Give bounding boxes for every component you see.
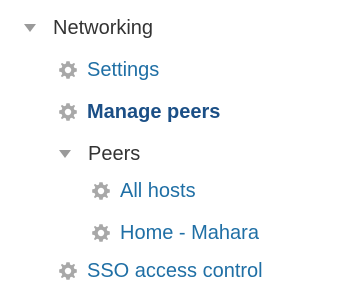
gear-icon [91, 223, 111, 243]
gear-icon [58, 261, 78, 281]
gear-icon [91, 181, 111, 201]
triangle-down-icon[interactable] [59, 150, 71, 158]
tree-node-peers[interactable]: Peers [59, 142, 140, 166]
tree-node-manage-peers[interactable]: Manage peers [58, 100, 220, 124]
gear-icon [58, 60, 78, 80]
gear-icon [58, 102, 78, 122]
all-hosts-link[interactable]: All hosts [120, 179, 196, 203]
tree-node-networking[interactable]: Networking [24, 16, 153, 40]
tree-node-home-mahara[interactable]: Home - Mahara [91, 221, 259, 245]
tree-node-all-hosts[interactable]: All hosts [91, 179, 196, 203]
settings-link[interactable]: Settings [87, 58, 159, 82]
peers-label: Peers [88, 143, 141, 165]
tree-node-sso-access-control[interactable]: SSO access control [58, 259, 263, 283]
manage-peers-link[interactable]: Manage peers [87, 100, 220, 124]
networking-label: Networking [53, 17, 154, 39]
sso-access-control-link[interactable]: SSO access control [87, 259, 263, 283]
tree-node-settings[interactable]: Settings [58, 58, 159, 82]
navigation-tree: Networking Settings Manage peers Peers A… [0, 0, 345, 288]
triangle-down-icon[interactable] [24, 24, 36, 32]
home-mahara-link[interactable]: Home - Mahara [120, 221, 259, 245]
